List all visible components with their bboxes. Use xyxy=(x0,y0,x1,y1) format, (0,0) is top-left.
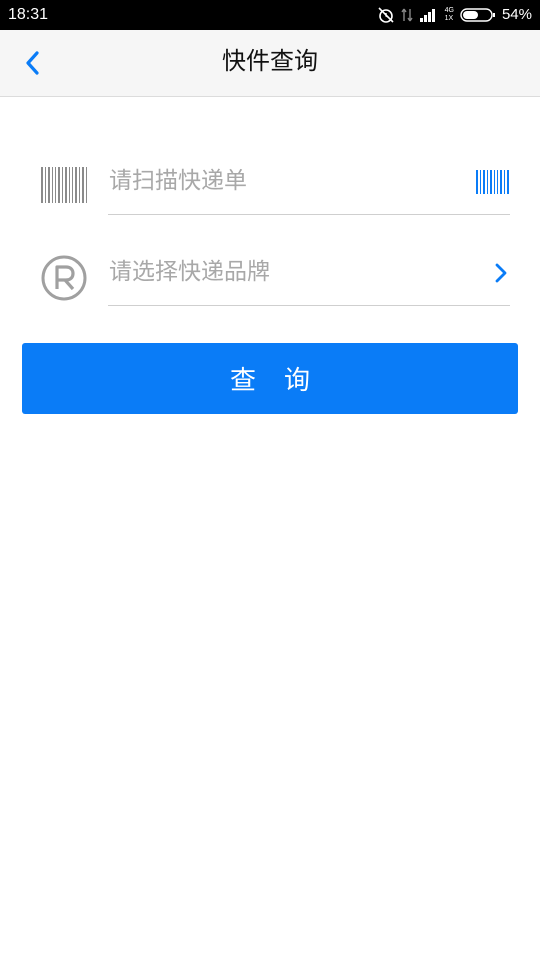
tracking-number-input[interactable] xyxy=(109,166,449,196)
scan-barcode-icon xyxy=(476,170,509,194)
barcode-icon xyxy=(40,167,88,203)
alarm-off-icon xyxy=(378,7,394,23)
network-type: 4G 1X xyxy=(445,7,454,23)
signal-icon xyxy=(419,9,435,22)
status-icons: 4G 1X 54% xyxy=(377,5,532,25)
scan-row xyxy=(0,154,540,244)
tracking-number-field xyxy=(108,154,510,215)
brand-select-placeholder: 请选择快递品牌 xyxy=(109,259,270,285)
query-button[interactable]: 查询 xyxy=(22,343,518,414)
network-type-bottom: 1X xyxy=(444,15,454,22)
network-type-top: 4G xyxy=(444,7,454,14)
status-time: 18:31 xyxy=(8,6,49,23)
brand-select-arrow[interactable] xyxy=(492,259,510,287)
battery-icon xyxy=(460,8,495,22)
data-arrows-icon xyxy=(401,8,413,22)
registered-mark-icon xyxy=(40,254,88,302)
nav-bar: 快件查询 xyxy=(0,30,540,97)
battery-percent: 54% xyxy=(501,6,532,23)
scan-button[interactable] xyxy=(476,168,510,196)
brand-row: 请选择快递品牌 xyxy=(0,245,540,335)
page-title: 快件查询 xyxy=(222,47,318,75)
status-bar: 18:31 4G 1X 54% xyxy=(0,0,540,30)
brand-select-field[interactable]: 请选择快递品牌 xyxy=(108,245,510,306)
chevron-right-icon xyxy=(495,263,507,283)
